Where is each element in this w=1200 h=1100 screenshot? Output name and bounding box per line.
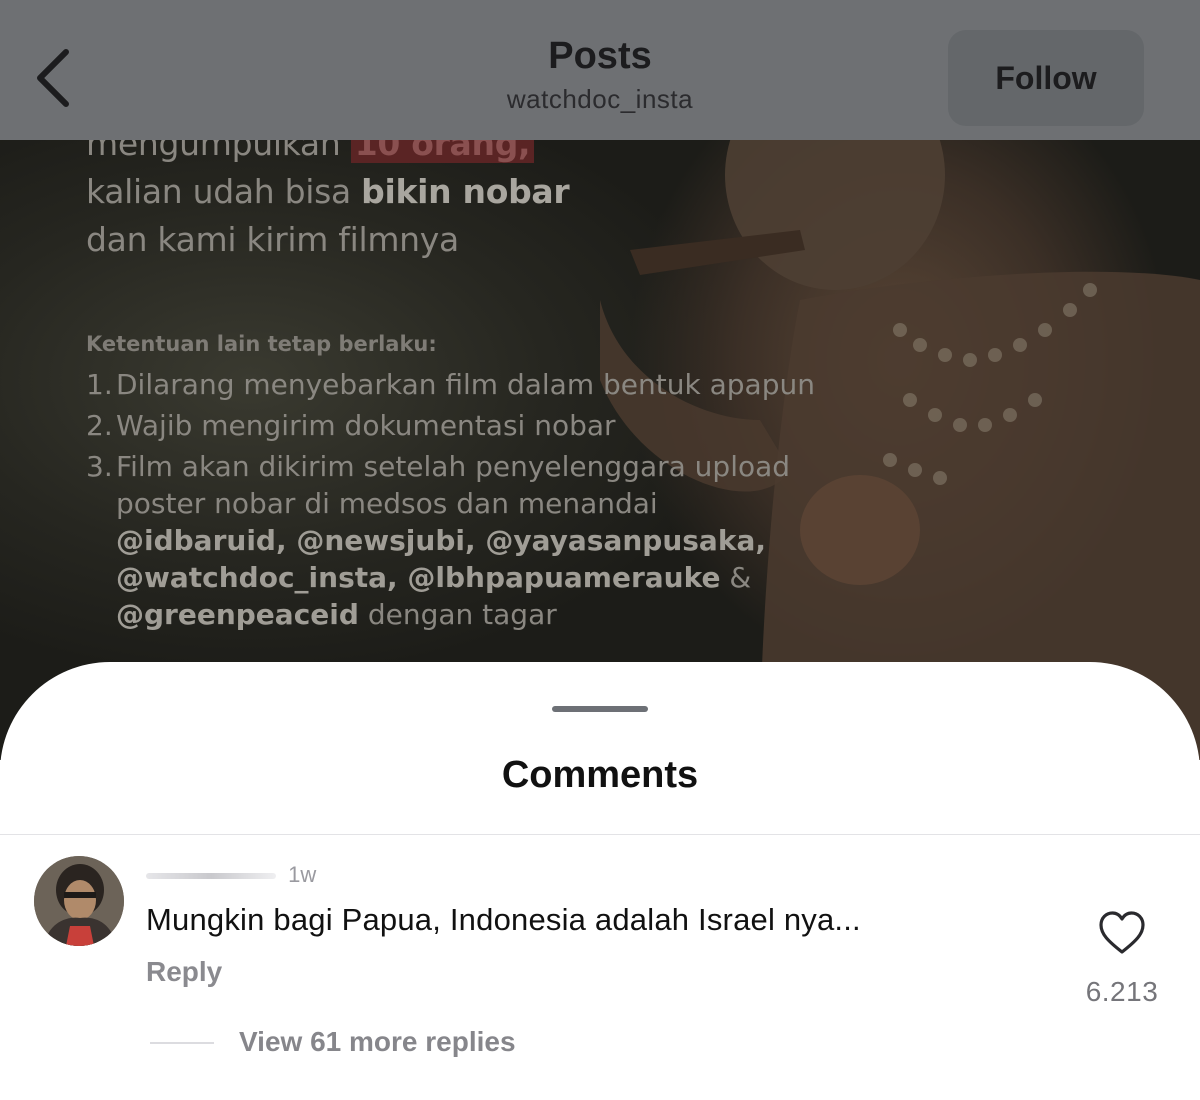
comments-sheet: Comments 1w Mungkin bagi Papua, Indonesi… bbox=[0, 662, 1200, 1100]
comment-time: 1w bbox=[288, 862, 317, 887]
post-rule-1: 1. Dilarang menyebarkan film dalam bentu… bbox=[86, 368, 815, 401]
comment-text: Mungkin bagi Papua, Indonesia adalah Isr… bbox=[146, 902, 861, 937]
redacted-username bbox=[146, 873, 276, 880]
heart-outline-icon bbox=[1099, 911, 1145, 954]
top-navigation-bar: Posts watchdoc_insta Follow bbox=[0, 0, 1200, 140]
post-rules-title: Ketentuan lain tetap berlaku: bbox=[86, 332, 437, 356]
reply-button[interactable]: Reply bbox=[146, 956, 222, 988]
post-rule-2: 2. Wajib mengirim dokumentasi nobar bbox=[86, 409, 616, 442]
post-overlay-text: mengumpulkan 10 orang, kalian udah bisa … bbox=[86, 120, 826, 637]
view-more-replies-button[interactable]: View 61 more replies bbox=[239, 1026, 516, 1058]
post-headline-line3: dan kami kirim filmnya bbox=[86, 220, 459, 259]
post-rule-3: 3. Film akan dikirim setelah penyelengga… bbox=[86, 450, 791, 631]
comments-title: Comments bbox=[501, 754, 699, 796]
follow-button[interactable]: Follow bbox=[948, 30, 1144, 126]
like-count: 6.213 bbox=[1085, 976, 1159, 1007]
avatar[interactable] bbox=[34, 856, 124, 946]
sheet-divider bbox=[0, 834, 1200, 835]
sheet-drag-handle[interactable] bbox=[552, 706, 648, 712]
post-headline-line2: kalian udah bisa bikin nobar bbox=[86, 172, 570, 211]
avatar-photo bbox=[34, 856, 124, 946]
comment-meta: 1w bbox=[146, 862, 316, 888]
like-button[interactable] bbox=[1098, 910, 1146, 956]
replies-connector-line bbox=[150, 1042, 214, 1044]
